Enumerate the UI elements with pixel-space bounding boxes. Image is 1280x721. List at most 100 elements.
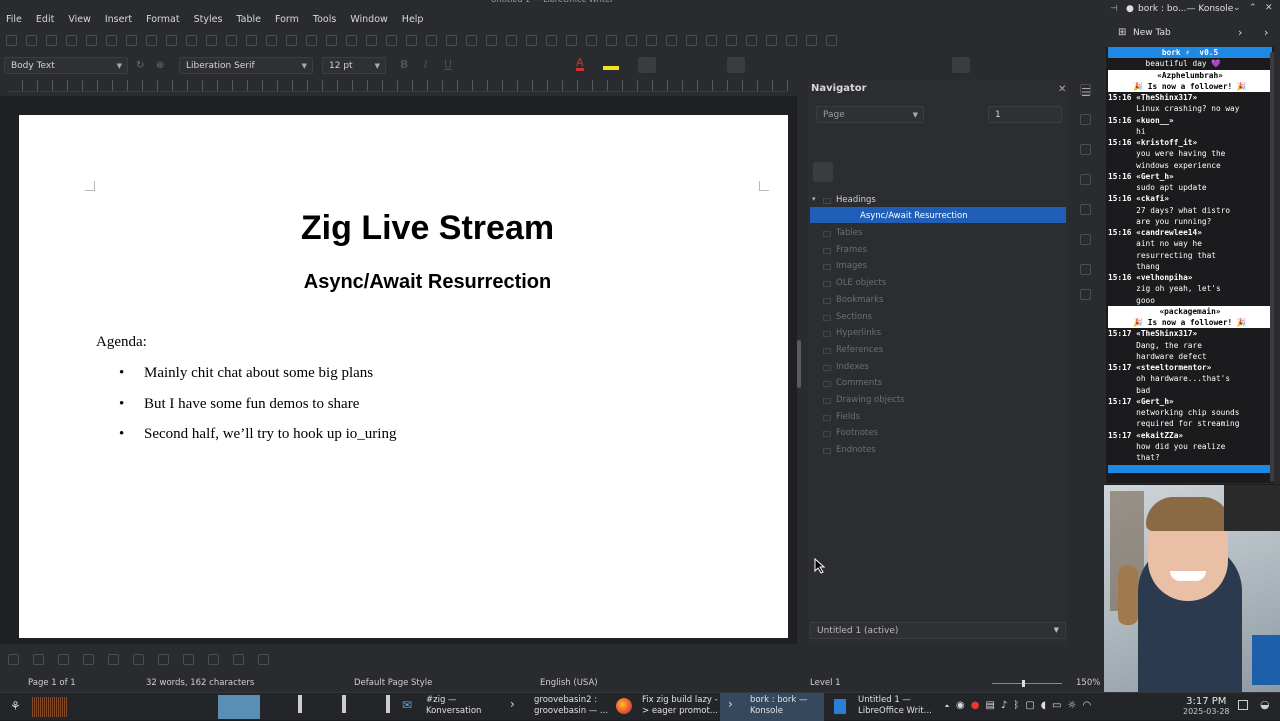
align-left-icon[interactable] — [638, 57, 656, 73]
input-bar[interactable] — [1108, 465, 1272, 474]
toolbar-button-icon[interactable] — [46, 34, 57, 46]
navigator-item[interactable]: Images — [836, 261, 867, 271]
terminal-output[interactable]: bork ⚡ v0.5 beautiful day 💜 «Azphelumbrah… — [1106, 47, 1274, 483]
chevron-down-icon[interactable]: ⌄ — [1233, 3, 1241, 13]
tray-obs-icon[interactable]: ◉ — [956, 700, 971, 711]
paragraph-icon[interactable] — [952, 57, 970, 73]
toolbar-button-icon[interactable] — [626, 34, 637, 46]
navigator-item[interactable]: Fields — [836, 412, 860, 422]
toolbar-button-icon[interactable] — [166, 34, 177, 46]
toolbar-button-icon[interactable] — [346, 34, 357, 46]
task-groovebasin[interactable]: › groovebasin2 : groovebasin — ... — [504, 693, 608, 721]
toolbar-button-icon[interactable] — [246, 34, 257, 46]
toolbar-button-icon[interactable] — [526, 34, 537, 46]
horizontal-ruler[interactable] — [8, 80, 788, 92]
navigator-item[interactable]: Async/Await Resurrection — [860, 211, 968, 221]
underline-icon[interactable]: U — [444, 58, 452, 71]
italic-icon[interactable]: I — [424, 58, 427, 71]
toolbar-button-icon[interactable] — [806, 34, 817, 46]
toolbar-button-icon[interactable] — [726, 34, 737, 46]
toolbar-button-icon[interactable] — [186, 34, 197, 46]
toolbar-button-icon[interactable] — [366, 34, 377, 46]
toolbar-button-icon[interactable] — [646, 34, 657, 46]
toolbar-button-icon[interactable] — [546, 34, 557, 46]
document-title[interactable]: Zig Live Stream — [19, 209, 836, 248]
toolbar-button-icon[interactable] — [6, 34, 17, 46]
toolbar-button-icon[interactable] — [586, 34, 597, 46]
bold-icon[interactable]: B — [400, 58, 408, 71]
task-konversation[interactable]: ✉ #zig — Konversation — [398, 693, 502, 721]
toolbar-button-icon[interactable] — [766, 34, 777, 46]
update-style-icon[interactable]: ↻ — [136, 60, 144, 71]
menu-item[interactable]: Styles — [194, 14, 223, 25]
navigator-item[interactable]: Indexes — [836, 362, 869, 372]
vertical-scrollbar[interactable] — [797, 340, 801, 388]
bottom-toolbar-icon[interactable] — [208, 653, 219, 665]
toolbar-button-icon[interactable] — [226, 34, 237, 46]
navigator-item[interactable]: Endnotes — [836, 445, 876, 455]
pager-active[interactable] — [218, 695, 260, 719]
task-writer[interactable]: Untitled 1 — LibreOffice Writ... — [828, 693, 932, 721]
toolbar-button-icon[interactable] — [426, 34, 437, 46]
status-language[interactable]: English (USA) — [540, 678, 598, 688]
toolbar-button-icon[interactable] — [666, 34, 677, 46]
navigator-item[interactable]: Tables — [836, 228, 862, 238]
bottom-toolbar-icon[interactable] — [133, 653, 144, 665]
menu-item[interactable]: Window — [350, 14, 387, 25]
toolbar-button-icon[interactable] — [706, 34, 717, 46]
pager-window[interactable] — [386, 695, 390, 713]
sidebar-deck-icon[interactable] — [1080, 234, 1091, 245]
status-page-style[interactable]: Default Page Style — [354, 678, 432, 688]
navigator-item[interactable]: OLE objects — [836, 278, 886, 288]
document-subtitle[interactable]: Async/Await Resurrection — [19, 271, 836, 294]
volume-icon[interactable]: ♪ — [1001, 700, 1013, 711]
menu-item[interactable]: Edit — [36, 14, 54, 25]
show-desktop-icon[interactable] — [1238, 700, 1248, 710]
bottom-toolbar-icon[interactable] — [158, 653, 169, 665]
zoom-slider[interactable] — [992, 683, 1062, 684]
tray-up-icon[interactable]: ⏶ — [944, 700, 956, 711]
close-icon[interactable]: ✕ — [1058, 84, 1066, 95]
bottom-toolbar-icon[interactable] — [183, 653, 194, 665]
font-size-select[interactable]: 12 pt ▼ — [322, 57, 386, 74]
highlight-icon[interactable] — [603, 58, 619, 70]
toolbar-button-icon[interactable] — [746, 34, 757, 46]
bottom-toolbar-icon[interactable] — [8, 653, 19, 665]
navigate-by-select[interactable]: Page ▼ — [816, 106, 924, 123]
peek-icon[interactable]: ◒ — [1260, 698, 1270, 711]
chevron-right-icon[interactable]: › — [1264, 26, 1268, 39]
chevron-down-icon[interactable]: ▾ — [812, 195, 816, 203]
toolbar-button-icon[interactable] — [606, 34, 617, 46]
navigator-item[interactable]: Drawing objects — [836, 395, 905, 405]
bluetooth-icon[interactable]: ᛒ — [1013, 700, 1025, 711]
toolbar-button-icon[interactable] — [306, 34, 317, 46]
navigator-item[interactable]: Bookmarks — [836, 295, 884, 305]
bottom-toolbar-icon[interactable] — [58, 653, 69, 665]
menu-item[interactable]: Format — [146, 14, 179, 25]
pager-window[interactable] — [342, 695, 346, 713]
pin-icon[interactable]: ⊣ — [1110, 4, 1118, 14]
new-tab-button[interactable]: New Tab — [1133, 28, 1171, 38]
toolbar-button-icon[interactable] — [786, 34, 797, 46]
navigator-item[interactable]: Headings — [836, 195, 876, 205]
toolbar-button-icon[interactable] — [66, 34, 77, 46]
bottom-toolbar-icon[interactable] — [83, 653, 94, 665]
sidebar-deck-icon[interactable] — [1080, 289, 1091, 300]
task-firefox[interactable]: Fix zig build lazy - > eager promot... — [612, 693, 718, 721]
navigator-item[interactable]: References — [836, 345, 883, 355]
toolbar-button-icon[interactable] — [826, 34, 837, 46]
clipboard-icon[interactable]: ▤ — [985, 700, 1000, 711]
document-page[interactable]: Zig Live Stream Async/Await Resurrection… — [19, 115, 788, 638]
toolbar-button-icon[interactable] — [146, 34, 157, 46]
menu-item[interactable]: Form — [275, 14, 299, 25]
toolbar-button-icon[interactable] — [506, 34, 517, 46]
navigator-item[interactable]: Sections — [836, 312, 872, 322]
pager-window[interactable] — [298, 695, 302, 713]
toolbar-button-icon[interactable] — [566, 34, 577, 46]
task-konsole[interactable]: › bork : bork — Konsole — [720, 693, 824, 721]
navigator-item[interactable]: Footnotes — [836, 428, 878, 438]
navigator-item[interactable]: Comments — [836, 378, 882, 388]
toolbar-button-icon[interactable] — [206, 34, 217, 46]
toolbar-button-icon[interactable] — [26, 34, 37, 46]
close-icon[interactable]: ✕ — [1265, 3, 1273, 13]
